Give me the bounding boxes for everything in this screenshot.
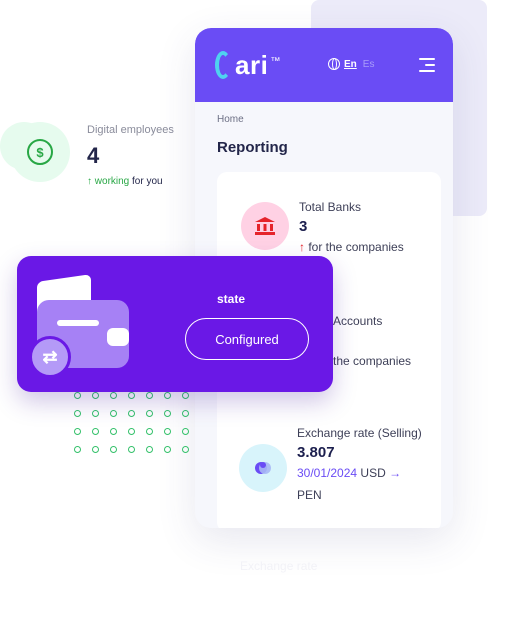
decorative-dots xyxy=(74,392,200,464)
menu-icon[interactable] xyxy=(419,58,435,72)
exchange-icon xyxy=(239,444,287,492)
exchange-rate-sub: 30/01/2024 USD → xyxy=(297,466,402,480)
lang-en[interactable]: En xyxy=(344,59,357,70)
state-card: ⇄ state Configured xyxy=(17,256,333,392)
brand-logo[interactable]: ari ™ xyxy=(215,50,280,80)
dollar-icon: $ xyxy=(10,122,70,182)
page-title: Reporting xyxy=(217,139,288,156)
digital-employees-count: 4 xyxy=(87,143,100,168)
lang-es[interactable]: Es xyxy=(363,59,375,70)
language-switcher[interactable]: En Es xyxy=(328,58,374,70)
arrow-up-icon: ↑ xyxy=(87,176,95,187)
digital-employees-label: Digital employees xyxy=(87,124,174,136)
ghost-text: Exchange rate xyxy=(240,559,318,573)
swap-icon: ⇄ xyxy=(29,336,71,378)
app-header: ari ™ En Es xyxy=(195,28,453,102)
exchange-rate-label: Exchange rate (Selling) xyxy=(297,426,422,440)
logo-mark-icon xyxy=(215,51,231,79)
arrow-right-icon: → xyxy=(389,466,402,480)
globe-icon xyxy=(328,58,340,70)
accounts-sub: the companies xyxy=(333,354,412,368)
total-banks-sub: ↑ for the companies xyxy=(299,240,404,254)
bank-icon xyxy=(241,202,289,250)
state-label: state xyxy=(217,292,246,306)
exchange-rate-to: PEN xyxy=(297,488,322,502)
digital-employees-sub: ↑ working for you xyxy=(87,176,163,187)
configured-button[interactable]: Configured xyxy=(185,318,309,360)
breadcrumb[interactable]: Home xyxy=(217,114,244,125)
exchange-rate-value: 3.807 xyxy=(297,444,335,461)
accounts-label: Accounts xyxy=(333,314,383,328)
total-banks-value: 3 xyxy=(299,218,308,235)
total-banks-label: Total Banks xyxy=(299,200,362,214)
